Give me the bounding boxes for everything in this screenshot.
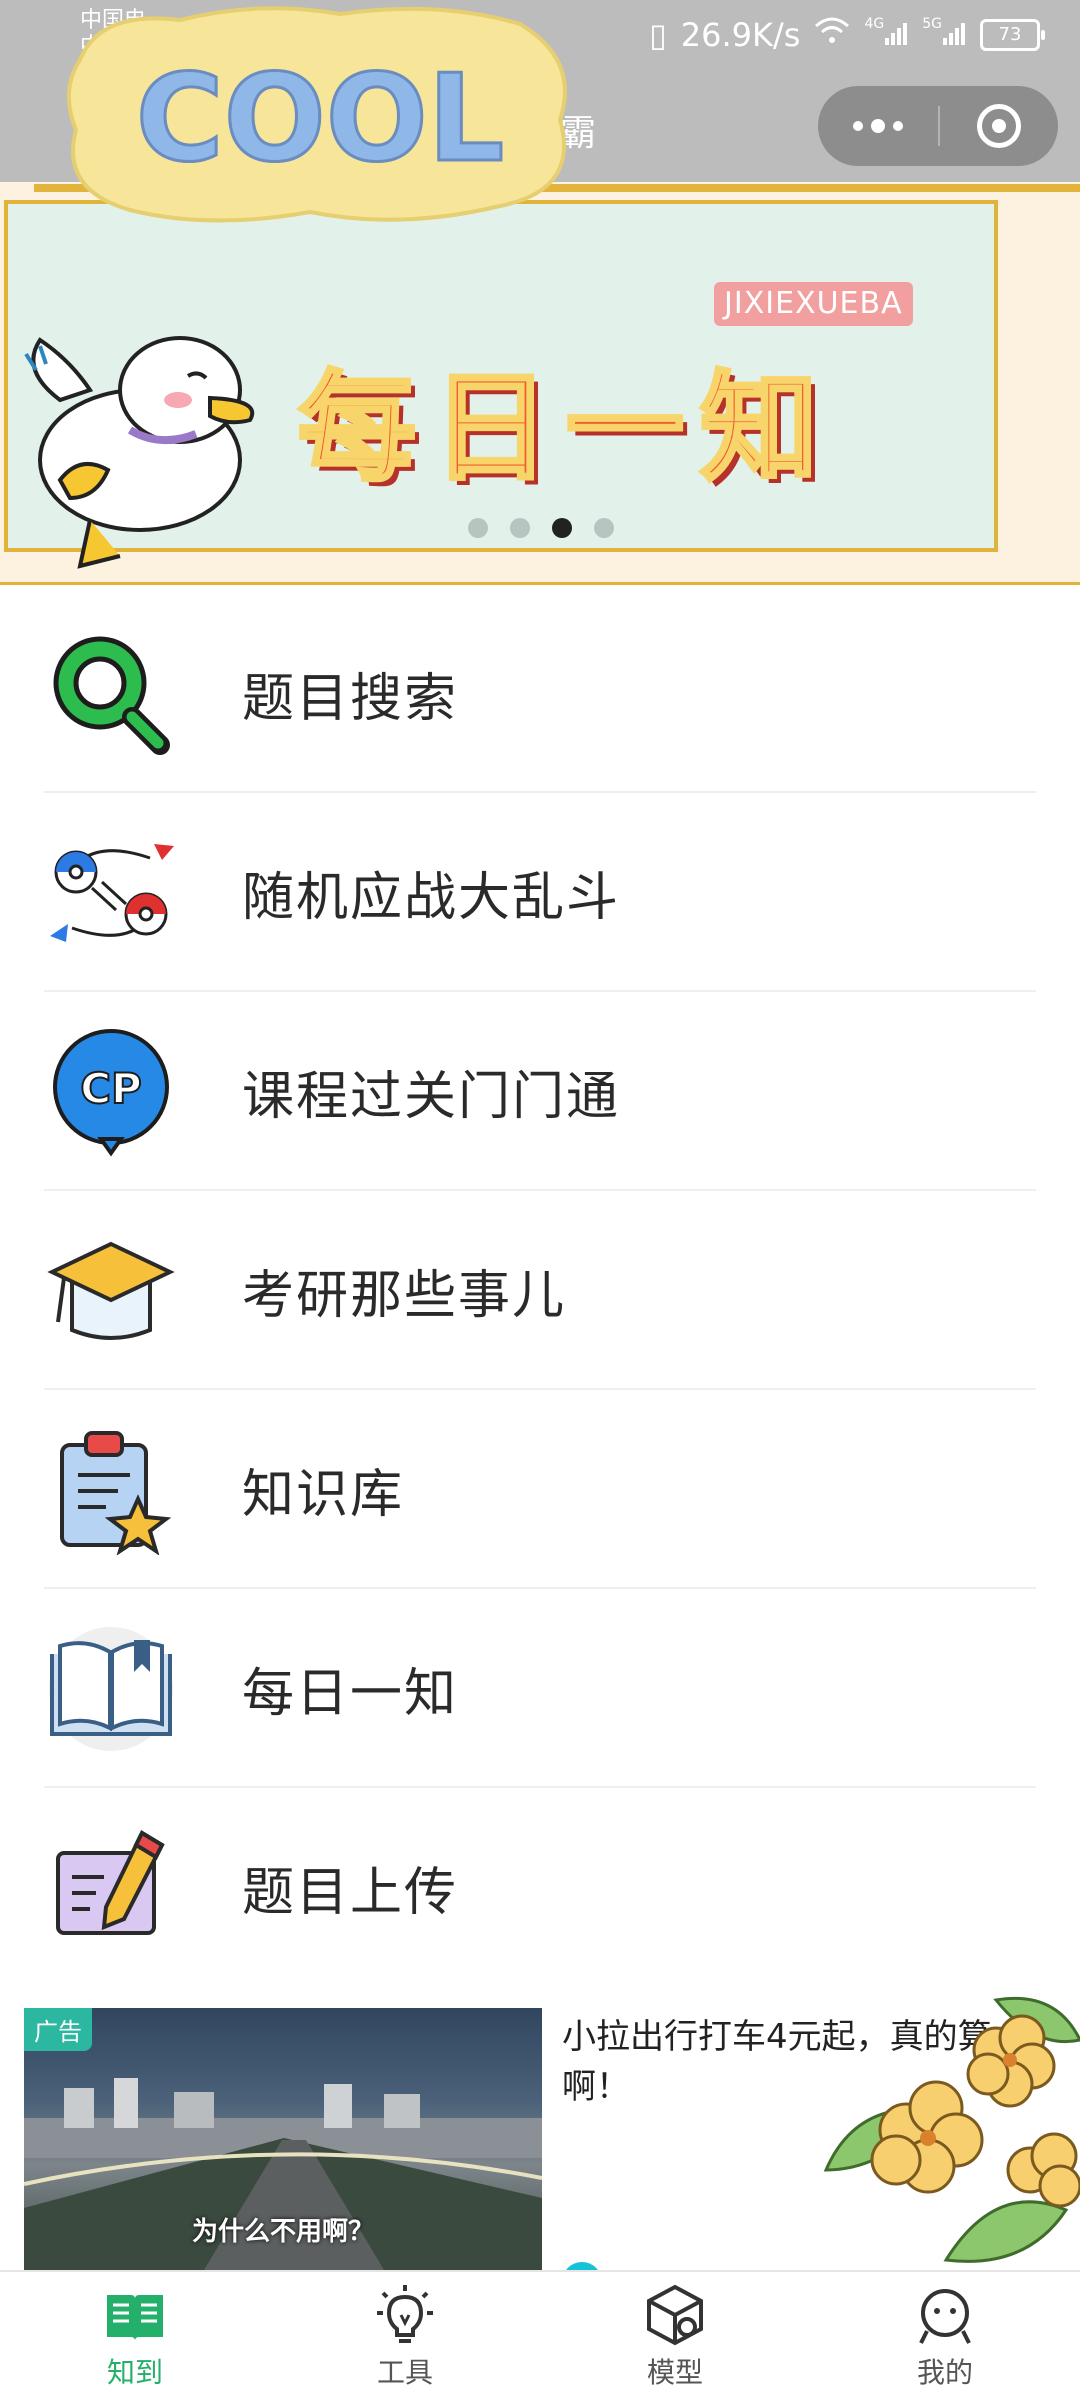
carousel-indicators xyxy=(468,518,614,538)
brand-tag: JIXIEXUEBA xyxy=(714,282,913,326)
menu-label-random-battle: 随机应战大乱斗 xyxy=(242,868,621,928)
open-book-icon xyxy=(49,1626,173,1751)
carousel-dot[interactable] xyxy=(510,518,530,538)
cool-sticker-text: COOL xyxy=(136,50,505,189)
signal-label-4g: 4G xyxy=(864,16,885,32)
mini-program-capsule xyxy=(818,86,1058,166)
menu-label-search: 题目搜索 xyxy=(242,669,459,729)
book-icon xyxy=(107,2295,163,2341)
cp-icon-text: CP xyxy=(80,1064,142,1113)
duck-mascot-icon xyxy=(24,336,255,569)
battery-icon: 73 xyxy=(980,19,1045,51)
menu-label-daily-knowledge: 每日一知 xyxy=(242,1664,459,1724)
battle-swap-icon xyxy=(50,843,174,942)
lightbulb-icon xyxy=(377,2285,433,2343)
tab-label-zhidao: 知到 xyxy=(106,2356,163,2389)
graduation-cap-icon xyxy=(47,1241,175,1340)
status-icons: ▯ 26.9K/s 4G 5G 73 xyxy=(649,10,1045,60)
target-circle-icon[interactable] xyxy=(940,86,1058,166)
wifi-icon xyxy=(814,16,850,54)
menu-item-random-battle[interactable]: 随机应战大乱斗 xyxy=(0,793,1080,992)
cp-bubble-icon: CP xyxy=(53,1028,169,1156)
tab-models[interactable]: 模型 xyxy=(540,2272,810,2402)
vibrate-icon: ▯ xyxy=(649,16,667,54)
signal-label-5g: 5G xyxy=(922,16,942,32)
carousel-dot[interactable] xyxy=(594,518,614,538)
tab-label-models: 模型 xyxy=(646,2356,703,2389)
menu-label-postgrad: 考研那些事儿 xyxy=(242,1266,567,1326)
menu-label-course-pass: 课程过关门门通 xyxy=(242,1067,621,1127)
menu-item-knowledge-base[interactable]: 知识库 xyxy=(0,1390,1080,1589)
signal-icon-5g: 5G xyxy=(922,16,966,54)
search-magnifier-icon xyxy=(53,636,170,755)
tab-mine[interactable]: 我的 xyxy=(810,2272,1080,2402)
ad-badge: 广告 xyxy=(24,2008,92,2051)
cool-sticker-icon: COOL xyxy=(66,6,567,223)
ad-video-caption: 为什么不用啊？ xyxy=(191,2217,374,2247)
carousel-dot[interactable] xyxy=(468,518,488,538)
menu-label-upload: 题目上传 xyxy=(242,1863,459,1923)
clipboard-star-icon xyxy=(60,1430,172,1555)
menu-item-daily-knowledge[interactable]: 每日一知 xyxy=(0,1589,1080,1788)
tab-tools[interactable]: 工具 xyxy=(270,2272,540,2402)
banner-headline: 每日一知 xyxy=(296,357,835,499)
tab-zhidao[interactable]: 知到 xyxy=(0,2272,270,2402)
signal-icon-4g: 4G xyxy=(864,16,908,54)
menu-item-search[interactable]: 题目搜索 xyxy=(0,594,1080,793)
bottom-tab-bar: 知到 工具 模型 我的 xyxy=(0,2270,1080,2402)
menu-label-knowledge-base: 知识库 xyxy=(242,1465,405,1525)
network-speed: 26.9K/s xyxy=(680,16,801,54)
tab-label-mine: 我的 xyxy=(916,2356,973,2389)
tab-label-tools: 工具 xyxy=(376,2356,433,2389)
menu-item-course-pass[interactable]: CP 课程过关门门通 xyxy=(0,992,1080,1191)
menu-item-upload[interactable]: 题目上传 xyxy=(0,1788,1080,1987)
pencil-note-icon xyxy=(56,1829,165,1935)
ad-video-thumbnail[interactable]: 广告 为什么不用啊？ xyxy=(24,2008,542,2270)
flower-sticker-icon xyxy=(823,1996,1080,2263)
cube-icon xyxy=(647,2284,703,2346)
carousel-dot-active[interactable] xyxy=(552,518,572,538)
feature-menu: 题目搜索 随机应战大乱斗 CP 课程过关门门通 考研那些事儿 知识库 每日一知 … xyxy=(0,594,1080,1987)
profile-icon xyxy=(919,2289,971,2344)
more-dots-icon[interactable] xyxy=(818,86,938,166)
menu-item-postgrad[interactable]: 考研那些事儿 xyxy=(0,1191,1080,1390)
